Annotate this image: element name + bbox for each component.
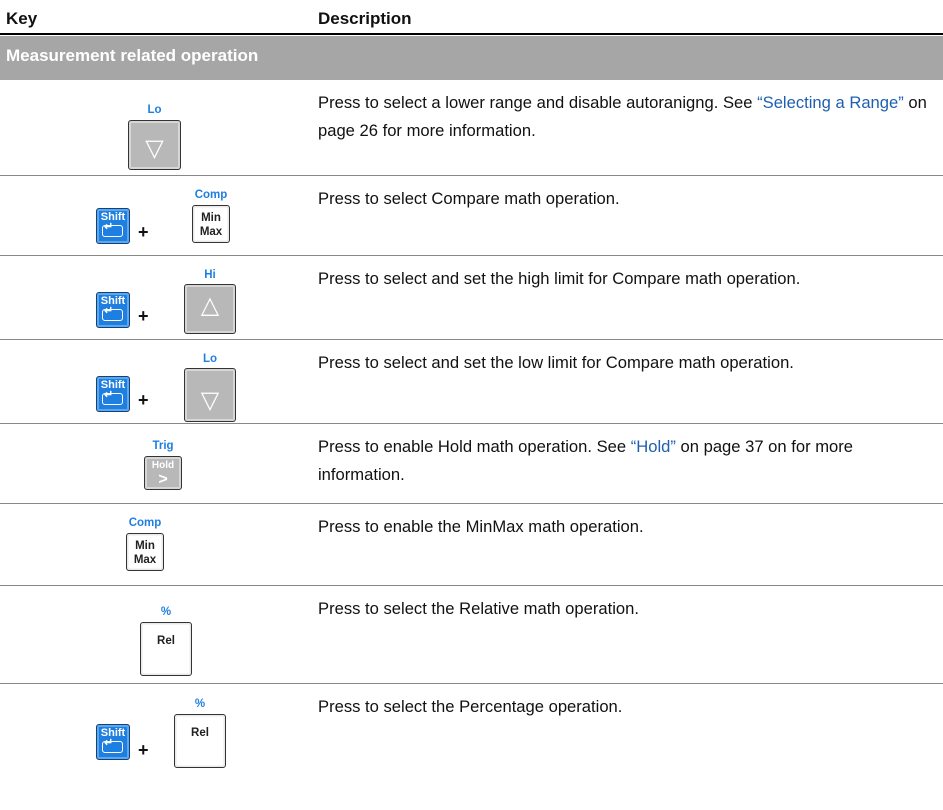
desc-text: Press to select the Percentage operation… bbox=[318, 697, 623, 716]
hold-key[interactable]: Hold > bbox=[144, 456, 182, 490]
right-arrow-icon: > bbox=[158, 471, 168, 488]
shift-key[interactable]: Shift ↵ bbox=[96, 292, 130, 328]
header-description: Description bbox=[318, 9, 412, 28]
desc-text: Press to enable the MinMax math operatio… bbox=[318, 517, 644, 536]
minmax-key[interactable]: Min Max bbox=[192, 205, 230, 243]
row-description: Press to select Compare math operation. bbox=[318, 185, 930, 213]
section-title: Measurement related operation bbox=[6, 46, 259, 65]
shift-key[interactable]: Shift ↵ bbox=[96, 724, 130, 760]
range-down-key[interactable]: ▽ bbox=[128, 120, 181, 170]
table-row: Shift ↵ + Comp Min Max Press to select C… bbox=[0, 176, 943, 256]
rel-key[interactable]: Rel bbox=[140, 622, 192, 676]
down-triangle-icon: ▽ bbox=[200, 387, 220, 414]
minmax-key[interactable]: Min Max bbox=[126, 533, 164, 571]
trig-label: Trig bbox=[152, 440, 174, 452]
table-row: Shift ↵ + % Rel Press to select the Perc… bbox=[0, 684, 943, 810]
range-down-key[interactable]: ▽ bbox=[184, 368, 236, 422]
plus-sign: + bbox=[138, 306, 149, 326]
plus-sign: + bbox=[138, 740, 149, 760]
desc-text: Press to select and set the high limit f… bbox=[318, 269, 801, 288]
range-up-key[interactable]: △ bbox=[184, 284, 236, 334]
lo-label: Lo bbox=[202, 353, 218, 365]
shift-key[interactable]: Shift ↵ bbox=[96, 208, 130, 244]
enter-icon: ↵ bbox=[102, 221, 123, 237]
plus-sign: + bbox=[138, 390, 149, 410]
rel-key[interactable]: Rel bbox=[174, 714, 226, 768]
desc-text: Press to select the Relative math operat… bbox=[318, 599, 639, 618]
selecting-range-link[interactable]: “Selecting a Range” bbox=[757, 93, 904, 112]
percent-label: % bbox=[194, 698, 206, 710]
shift-key[interactable]: Shift ↵ bbox=[96, 376, 130, 412]
row-description: Press to select the Percentage operation… bbox=[318, 693, 930, 721]
max-label: Max bbox=[133, 554, 157, 566]
min-label: Min bbox=[201, 212, 221, 224]
key-description-table: Key Description Measurement related oper… bbox=[0, 0, 943, 810]
row-description: Press to select the Relative math operat… bbox=[318, 595, 930, 623]
header-divider bbox=[0, 33, 943, 35]
rel-label: Rel bbox=[191, 727, 209, 739]
min-label: Min bbox=[135, 540, 155, 552]
table-row: Comp Min Max Press to enable the MinMax … bbox=[0, 504, 943, 586]
table-row: % Rel Press to select the Relative math … bbox=[0, 586, 943, 684]
plus-sign: + bbox=[138, 222, 149, 242]
rel-label: Rel bbox=[157, 635, 175, 647]
enter-icon: ↵ bbox=[102, 389, 123, 405]
up-triangle-icon: △ bbox=[200, 292, 220, 319]
max-label: Max bbox=[199, 226, 223, 238]
row-description: Press to select and set the high limit f… bbox=[318, 265, 930, 293]
table-row: Trig Hold > Press to enable Hold math op… bbox=[0, 424, 943, 504]
percent-label: % bbox=[160, 606, 172, 618]
hold-link[interactable]: “Hold” bbox=[631, 437, 676, 456]
table-row: Lo ▽ Press to select a lower range and d… bbox=[0, 80, 943, 176]
table-row: Shift ↵ + Lo ▽ Press to select and set t… bbox=[0, 340, 943, 424]
hold-label: Hold bbox=[151, 460, 175, 471]
section-heading: Measurement related operation bbox=[0, 36, 943, 80]
desc-text: Press to select and set the low limit fo… bbox=[318, 353, 794, 372]
table-header: Key Description bbox=[0, 0, 943, 35]
row-description: Press to select a lower range and disabl… bbox=[318, 89, 930, 145]
desc-text: Press to enable Hold math operation. See bbox=[318, 437, 631, 456]
lo-label: Lo bbox=[147, 104, 162, 116]
comp-label: Comp bbox=[128, 517, 162, 529]
down-triangle-icon: ▽ bbox=[145, 135, 164, 162]
row-description: Press to select and set the low limit fo… bbox=[318, 349, 930, 377]
row-description: Press to enable the MinMax math operatio… bbox=[318, 513, 930, 541]
enter-icon: ↵ bbox=[102, 305, 123, 321]
desc-text: Press to select a lower range and disabl… bbox=[318, 93, 758, 112]
row-description: Press to enable Hold math operation. See… bbox=[318, 433, 930, 489]
desc-text: Press to select Compare math operation. bbox=[318, 189, 620, 208]
hi-label: Hi bbox=[204, 269, 216, 281]
enter-icon: ↵ bbox=[102, 737, 123, 753]
table-row: Shift ↵ + Hi △ Press to select and set t… bbox=[0, 256, 943, 340]
header-key: Key bbox=[6, 9, 38, 28]
comp-label: Comp bbox=[194, 189, 228, 201]
